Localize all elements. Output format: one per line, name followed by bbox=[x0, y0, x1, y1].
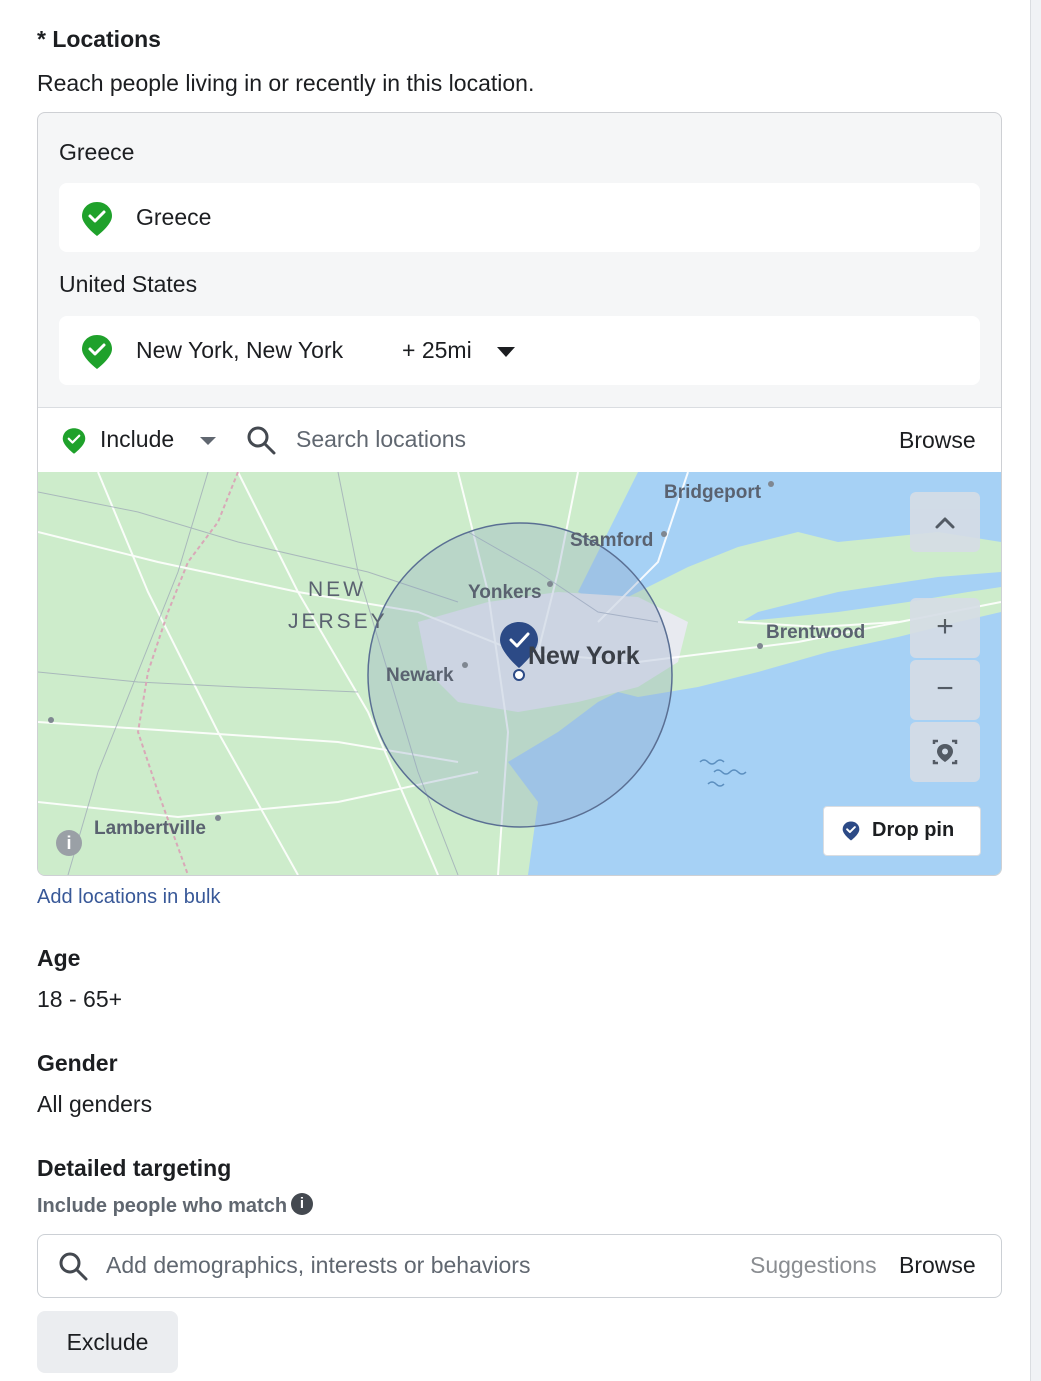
drop-pin-label: Drop pin bbox=[872, 819, 955, 841]
map-label-stamford: Stamford bbox=[570, 530, 654, 551]
detailed-targeting-placeholder: Add demographics, interests or behaviors bbox=[106, 1252, 531, 1278]
locations-description: Reach people living in or recently in th… bbox=[37, 70, 535, 96]
location-pin-icon bbox=[81, 201, 113, 242]
include-dropdown[interactable]: Include bbox=[100, 426, 174, 453]
detailed-targeting-input[interactable]: Add demographics, interests or behaviors… bbox=[37, 1234, 1002, 1298]
map-info-icon[interactable]: i bbox=[56, 830, 82, 856]
browse-locations-button[interactable]: Browse bbox=[899, 427, 976, 454]
map-locate-button[interactable] bbox=[910, 722, 980, 782]
search-icon bbox=[246, 425, 276, 460]
map-zoom-in-button[interactable]: + bbox=[910, 598, 980, 658]
location-pin-icon bbox=[81, 334, 113, 375]
map-label-new-jersey-line1: NEW bbox=[308, 578, 366, 601]
search-locations-input[interactable]: Search locations bbox=[296, 426, 466, 453]
exclude-button[interactable]: Exclude bbox=[37, 1311, 178, 1373]
add-locations-bulk-link[interactable]: Add locations in bulk bbox=[37, 886, 220, 909]
include-people-label: Include people who match bbox=[37, 1195, 288, 1217]
location-map[interactable]: Bridgeport Stamford Yonkers NEW JERSEY B… bbox=[38, 472, 1001, 875]
suggestions-button[interactable]: Suggestions bbox=[750, 1252, 877, 1279]
drop-pin-button[interactable]: Drop pin bbox=[823, 806, 981, 856]
locate-icon bbox=[932, 739, 958, 765]
country-label-greece: Greece bbox=[59, 139, 135, 165]
location-name: Greece bbox=[136, 204, 212, 230]
map-label-new-jersey-line2: JERSEY bbox=[288, 610, 388, 633]
map-label-yonkers: Yonkers bbox=[468, 582, 542, 603]
country-label-us: United States bbox=[59, 271, 198, 297]
minus-icon: − bbox=[936, 672, 954, 705]
age-title: Age bbox=[37, 945, 81, 971]
chevron-up-icon bbox=[935, 517, 955, 529]
plus-icon: + bbox=[936, 610, 954, 643]
location-search-bar: Include Search locations Browse bbox=[38, 407, 1001, 473]
map-label-bridgeport: Bridgeport bbox=[664, 482, 762, 503]
gender-value[interactable]: All genders bbox=[37, 1091, 152, 1118]
age-value[interactable]: 18 - 65+ bbox=[37, 986, 122, 1013]
search-icon bbox=[58, 1251, 88, 1286]
location-item-new-york[interactable]: New York, New York + 25mi bbox=[59, 316, 980, 385]
map-label-brentwood: Brentwood bbox=[766, 622, 866, 643]
info-icon[interactable]: i bbox=[291, 1193, 313, 1215]
gender-title: Gender bbox=[37, 1050, 118, 1076]
map-collapse-button[interactable] bbox=[910, 492, 980, 552]
detailed-targeting-title: Detailed targeting bbox=[37, 1155, 232, 1181]
map-label-newark: Newark bbox=[386, 665, 454, 686]
locations-title: * Locations bbox=[37, 26, 161, 52]
radius-dropdown-icon[interactable] bbox=[497, 347, 515, 357]
map-label-new-york: New York bbox=[528, 642, 640, 670]
pin-icon bbox=[842, 821, 860, 847]
targeting-panel: * Locations Reach people living in or re… bbox=[0, 0, 1031, 1381]
radius-selector[interactable]: + 25mi bbox=[402, 337, 472, 364]
include-dropdown-icon[interactable] bbox=[200, 437, 216, 445]
location-item-greece[interactable]: Greece bbox=[59, 183, 980, 252]
locations-box: Greece Greece United States New York, Ne… bbox=[37, 112, 1002, 876]
include-pin-icon bbox=[62, 427, 86, 460]
location-name: New York, New York bbox=[136, 337, 344, 363]
browse-targeting-button[interactable]: Browse bbox=[899, 1252, 976, 1279]
map-label-lambertville: Lambertville bbox=[94, 818, 206, 839]
map-zoom-out-button[interactable]: − bbox=[910, 660, 980, 720]
